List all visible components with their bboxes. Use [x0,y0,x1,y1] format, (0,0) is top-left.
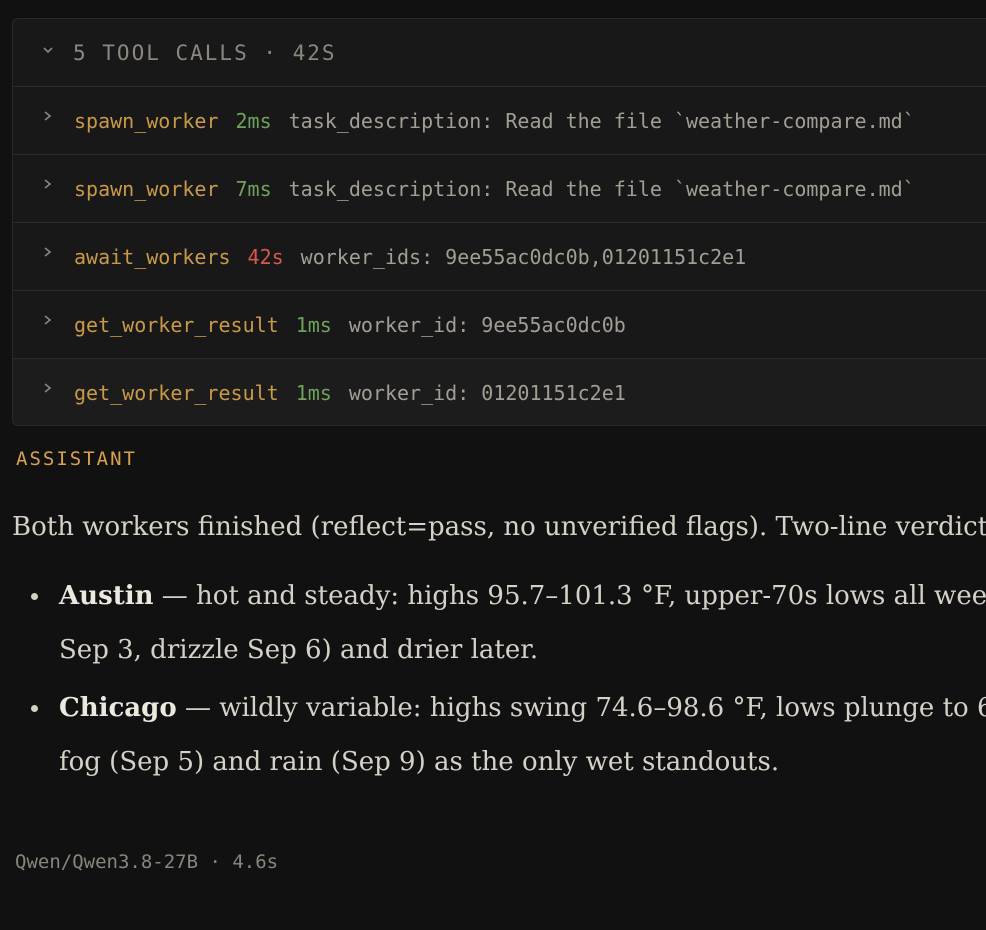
bullet-dot [31,705,38,712]
tool-args: worker_id: 01201151c2e1 [348,381,626,405]
tool-call-row[interactable]: get_worker_result 1ms worker_id: 9ee55ac… [13,291,986,359]
chevron-right-icon [44,383,52,393]
assistant-role-label: ASSISTANT [16,448,137,470]
model-info: Qwen/Qwen3.8-27B · 4.6s [15,851,279,873]
tool-call-row[interactable]: spawn_worker 7ms task_description: Read … [13,155,986,223]
bullet-text-continued: Sep 3, drizzle Sep 6) and drier later. [59,635,539,665]
chevron-right-icon [44,246,52,257]
tool-name: get_worker_result [74,381,279,405]
assistant-message: Both workers finished (reflect=pass, no … [12,505,986,793]
tool-duration: 7ms [235,176,272,201]
tool-name: await_workers [74,244,231,269]
tool-duration: 1ms [295,381,332,405]
tool-duration: 42s [247,244,284,269]
tool-args: worker_id: 9ee55ac0dc0b [348,312,626,337]
message-intro: Both workers finished (reflect=pass, no … [12,512,986,542]
city-name: Chicago [59,693,177,723]
tool-name: spawn_worker [74,108,219,133]
chevron-down-icon [43,46,53,53]
tool-args: worker_ids: 9ee55ac0dc0b,01201151c2e1 [300,244,747,269]
tool-name: spawn_worker [74,176,219,201]
tool-call-row[interactable]: get_worker_result 1ms worker_id: 0120115… [13,359,986,425]
list-item: Chicago — wildly variable: highs swing 7… [12,681,986,789]
verdict-list: Austin — hot and steady: highs 95.7–101.… [12,569,986,789]
bullet-text-continued: fog (Sep 5) and rain (Sep 9) as the only… [59,747,780,777]
tool-calls-summary: 5 TOOL CALLS · 42S [73,40,337,65]
tool-calls-toggle[interactable]: 5 TOOL CALLS · 42S [13,19,986,87]
bullet-text: — hot and steady: highs 95.7–101.3 °F, u… [153,581,986,611]
chevron-right-icon [44,314,52,325]
tool-args: task_description: Read the file `weather… [288,108,915,133]
tool-call-row[interactable]: spawn_worker 2ms task_description: Read … [13,87,986,155]
chevron-right-icon [44,110,52,121]
tool-name: get_worker_result [74,312,279,337]
list-item: Austin — hot and steady: highs 95.7–101.… [12,569,986,677]
city-name: Austin [59,581,154,611]
tool-duration: 1ms [295,312,332,337]
tool-call-row[interactable]: await_workers 42s worker_ids: 9ee55ac0dc… [13,223,986,291]
bullet-dot [31,593,38,600]
tool-args: task_description: Read the file `weather… [288,176,915,201]
tool-duration: 2ms [235,108,272,133]
bullet-text: — wildly variable: highs swing 74.6–98.6… [176,693,986,723]
chevron-right-icon [44,178,52,189]
tool-calls-panel: 5 TOOL CALLS · 42S spawn_worker 2ms task… [12,18,986,426]
